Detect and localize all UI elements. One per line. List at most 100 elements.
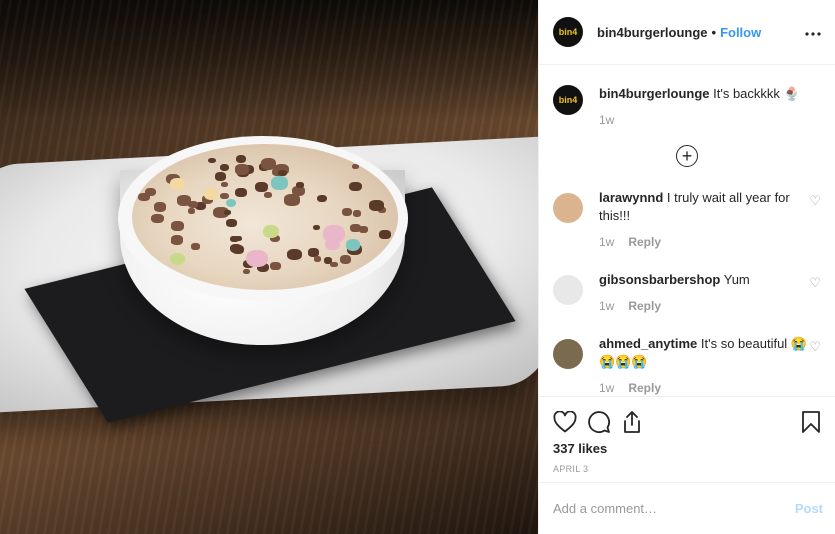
cookie-crumb <box>270 262 281 270</box>
comment-text: Yum <box>723 272 750 287</box>
cookie-crumb <box>352 163 360 170</box>
marshmallow <box>246 250 268 268</box>
post-header: bin4 bin4burgerlounge • Follow <box>539 0 835 65</box>
cookie-crumb <box>312 224 321 231</box>
comment-like-icon[interactable]: ♡ <box>809 339 821 355</box>
caption-username[interactable]: bin4burgerlounge <box>599 86 710 101</box>
post-side-panel: bin4 bin4burgerlounge • Follow bin4 bin4… <box>538 0 835 534</box>
post-date[interactable]: APRIL 3 <box>553 464 821 474</box>
cookie-crumb <box>220 192 229 200</box>
cookie-crumb <box>170 235 184 245</box>
cookie-crumb <box>358 225 368 233</box>
commenter-avatar[interactable] <box>553 193 583 223</box>
plus-circle-icon[interactable]: + <box>676 145 698 167</box>
caption-body: bin4burgerlounge It's backkkk 🍨 1w <box>599 85 800 129</box>
cookie-crumb <box>153 202 166 212</box>
bookmark-icon[interactable] <box>801 410 821 434</box>
likes-count[interactable]: 337 likes <box>553 441 821 456</box>
comment-container: larawynnd I truly wait all year for this… <box>553 189 821 396</box>
heart-icon[interactable] <box>553 411 577 433</box>
comment-like-icon[interactable]: ♡ <box>809 193 821 209</box>
share-icon[interactable] <box>621 410 643 434</box>
marshmallow <box>204 188 219 200</box>
cookie-crumb <box>263 191 272 198</box>
comment-username[interactable]: larawynnd <box>599 190 663 205</box>
caption: bin4 bin4burgerlounge It's backkkk 🍨 1w <box>553 85 821 129</box>
cookie-crumb <box>296 181 305 188</box>
cookie-crumb <box>235 164 250 175</box>
caption-avatar[interactable]: bin4 <box>553 85 583 115</box>
cookie-crumb <box>284 194 300 206</box>
caption-meta: 1w <box>599 111 800 129</box>
cookie-crumb <box>339 255 352 264</box>
comments-list[interactable]: bin4 bin4burgerlounge It's backkkk 🍨 1w … <box>539 65 835 396</box>
cookie-crumb <box>208 157 216 164</box>
marshmallow <box>271 176 288 190</box>
reply-button[interactable]: Reply <box>628 381 661 395</box>
follow-button[interactable]: Follow <box>720 25 761 40</box>
cookie-crumb <box>220 181 228 187</box>
comment-item: gibsonsbarbershop Yum 1w Reply ♡ <box>553 271 821 315</box>
separator-dot: • <box>711 24 717 40</box>
comment-input[interactable] <box>553 501 795 516</box>
author-username[interactable]: bin4burgerlounge <box>597 25 708 40</box>
cookie-crumb <box>226 218 237 227</box>
comment-icon[interactable] <box>587 410 611 434</box>
cookie-crumb <box>314 256 322 262</box>
comment-username[interactable]: ahmed_anytime <box>599 336 697 351</box>
marshmallow <box>323 225 345 243</box>
cookie-crumb <box>138 161 149 169</box>
cookie-crumb <box>187 208 196 214</box>
comment-meta: 1w Reply <box>599 233 809 251</box>
post-photo[interactable] <box>0 0 538 534</box>
comment-body: ahmed_anytime It's so beautiful 😭😭😭😭 1w Re… <box>599 335 809 396</box>
commenter-avatar[interactable] <box>553 339 583 369</box>
marshmallow <box>262 225 280 239</box>
cookie-crumb <box>171 221 185 231</box>
comment-body: gibsonsbarbershop Yum 1w Reply <box>599 271 809 315</box>
commenter-avatar[interactable] <box>553 275 583 305</box>
cookie-crumb <box>235 155 247 164</box>
add-comment-bar: Post <box>539 482 835 534</box>
dessert <box>132 144 398 290</box>
cookie-crumb <box>373 260 385 269</box>
more-icon[interactable] <box>805 23 821 41</box>
avatar-logo: bin4 <box>558 26 578 37</box>
comment-time[interactable]: 1w <box>599 381 614 395</box>
comment-time[interactable]: 1w <box>599 299 614 313</box>
cookie-crumb <box>341 208 352 216</box>
author-avatar[interactable]: bin4 <box>553 17 583 47</box>
comment-meta: 1w Reply <box>599 379 809 396</box>
marshmallow <box>170 178 185 190</box>
cookie-crumb <box>371 154 380 162</box>
comment-time[interactable]: 1w <box>599 235 614 249</box>
caption-time[interactable]: 1w <box>599 113 614 127</box>
instagram-post: bin4 bin4burgerlounge • Follow bin4 bin4… <box>0 0 835 534</box>
cookie-crumb <box>214 172 227 182</box>
cookie-crumb <box>353 210 362 217</box>
cookie-crumb <box>234 188 247 198</box>
cookie-crumb <box>330 261 338 267</box>
comment-item: larawynnd I truly wait all year for this… <box>553 189 821 251</box>
cookie-crumb <box>368 199 384 212</box>
cookie-crumb <box>316 194 328 203</box>
cookie-crumb <box>224 210 231 215</box>
comment-like-icon[interactable]: ♡ <box>809 275 821 291</box>
cookie-crumb <box>243 268 251 275</box>
cookie-crumb <box>191 243 200 250</box>
comment-meta: 1w Reply <box>599 297 809 315</box>
reply-button[interactable]: Reply <box>628 299 661 313</box>
post-comment-button[interactable]: Post <box>795 501 823 516</box>
marshmallow <box>225 198 237 208</box>
reply-button[interactable]: Reply <box>628 235 661 249</box>
cookie-crumb <box>230 236 239 243</box>
marshmallow <box>345 239 361 251</box>
marshmallow <box>170 252 186 266</box>
avatar-logo: bin4 <box>558 94 578 105</box>
cookie-crumb <box>349 181 362 192</box>
comment-username[interactable]: gibsonsbarbershop <box>599 272 720 287</box>
cookie-crumb <box>379 230 391 239</box>
load-more: + <box>553 145 821 167</box>
action-icons <box>553 405 821 439</box>
caption-text: It's backkkk 🍨 <box>713 86 800 101</box>
